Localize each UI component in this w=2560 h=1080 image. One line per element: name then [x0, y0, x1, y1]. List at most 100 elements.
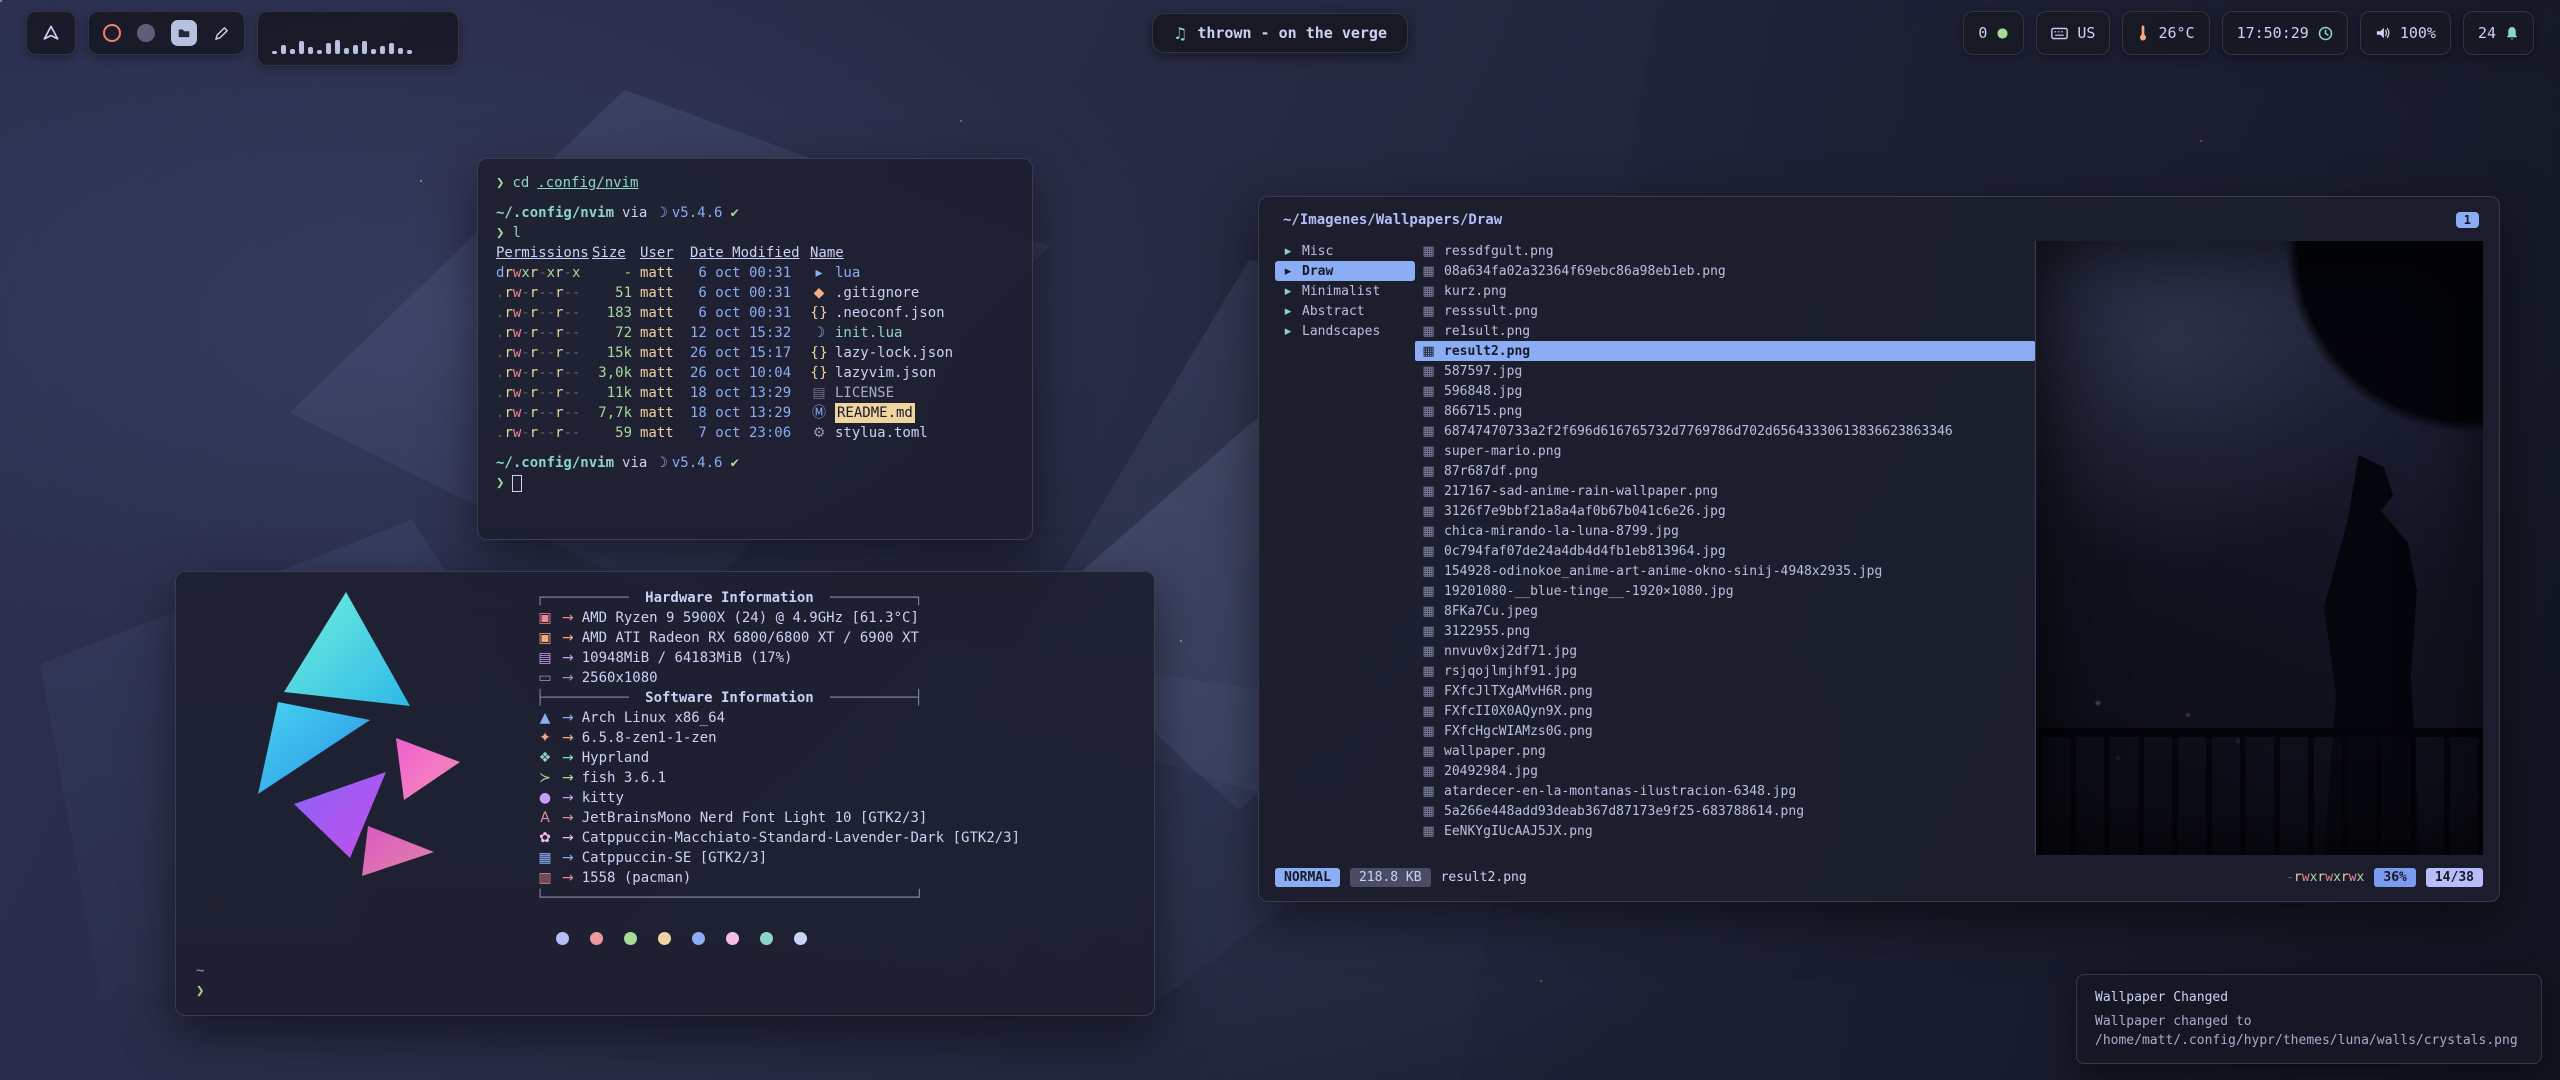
- updates-module[interactable]: 0: [1963, 11, 2024, 55]
- file-list-item[interactable]: ▦resssult.png: [1415, 301, 2035, 321]
- terminal-window[interactable]: ❯cd.config/nvim ~/.config/nvimvia☽v5.4.6…: [477, 158, 1033, 540]
- visualizer-bar: [317, 50, 322, 54]
- file-list-item[interactable]: ▦FXfcJlTXgAMvH6R.png: [1415, 681, 2035, 701]
- file-type-icon: ▤: [810, 383, 828, 403]
- lua-icon: ☽: [655, 453, 668, 473]
- cpu-icon: ▣: [536, 608, 554, 628]
- sidebar-folder-landscapes[interactable]: ▸Landscapes: [1275, 321, 1415, 341]
- file-list-item[interactable]: ▦866715.png: [1415, 401, 2035, 421]
- sidebar-folder-minimalist[interactable]: ▸Minimalist: [1275, 281, 1415, 301]
- shell-prompt-line[interactable]: ❯: [496, 473, 1014, 493]
- system-info-panel: ┌────────── Hardware Information ───────…: [536, 588, 1020, 908]
- launcher-arrow-icon: [41, 23, 61, 43]
- workspace-messenger-icon[interactable]: [137, 24, 155, 42]
- starship-path-line: ~/.config/nvimvia☽v5.4.6✔: [496, 203, 1014, 223]
- launcher-button[interactable]: [26, 11, 76, 55]
- image-file-icon: ▦: [1421, 504, 1436, 519]
- file-list-item[interactable]: ▦chica-mirando-la-luna-8799.jpg: [1415, 521, 2035, 541]
- sidebar-folder-abstract[interactable]: ▸Abstract: [1275, 301, 1415, 321]
- file-list-item[interactable]: ▦EeNKYgIUcAAJ5JX.png: [1415, 821, 2035, 841]
- palette-dot: [658, 932, 671, 945]
- visualizer-bar: [407, 50, 412, 54]
- image-file-icon: ▦: [1421, 544, 1436, 559]
- fastfetch-window[interactable]: ┌────────── Hardware Information ───────…: [175, 571, 1155, 1016]
- image-file-icon: ▦: [1421, 604, 1436, 619]
- listing-row: .rw-r--r--3,0kmatt26 oct 10:04{}lazyvim.…: [496, 363, 1014, 383]
- shell-command-line: ❯l: [496, 223, 1014, 243]
- volume-module[interactable]: 100%: [2360, 11, 2451, 55]
- palette-dot: [794, 932, 807, 945]
- visualizer-bar: [308, 47, 313, 54]
- keyboard-layout-module[interactable]: US: [2036, 11, 2110, 55]
- tab-badge[interactable]: 1: [2456, 212, 2479, 228]
- shell-prompt[interactable]: ~ ❯: [196, 961, 204, 1001]
- workspace-switcher: [88, 11, 245, 55]
- file-list-item[interactable]: ▦ressdfgult.png: [1415, 241, 2035, 261]
- notification-toast[interactable]: Wallpaper Changed Wallpaper changed to /…: [2076, 974, 2542, 1064]
- file-list-item[interactable]: ▦rsjqojlmjhf91.jpg: [1415, 661, 2035, 681]
- file-list-item[interactable]: ▦8FKa7Cu.jpeg: [1415, 601, 2035, 621]
- font-icon: A: [536, 808, 554, 828]
- notifications-module[interactable]: 24: [2463, 11, 2534, 55]
- file-list-item[interactable]: ▦20492984.jpg: [1415, 761, 2035, 781]
- volume-label: 100%: [2400, 24, 2436, 42]
- notification-body: Wallpaper changed to /home/matt/.config/…: [2095, 1012, 2523, 1050]
- file-type-icon: {}: [810, 303, 828, 323]
- file-list-item[interactable]: ▦87r687df.png: [1415, 461, 2035, 481]
- workspace-pen-icon[interactable]: [213, 25, 230, 42]
- image-file-icon: ▦: [1421, 464, 1436, 479]
- file-list-item[interactable]: ▦3122955.png: [1415, 621, 2035, 641]
- file-list-item[interactable]: ▦68747470733a2f2f696d616765732d7769786d7…: [1415, 421, 2035, 441]
- sidebar-folder-draw[interactable]: ▸Draw: [1275, 261, 1415, 281]
- file-list-item[interactable]: ▦FXfcII0X0AQyn9X.png: [1415, 701, 2035, 721]
- preview-vignette: [2036, 241, 2483, 855]
- file-list-item[interactable]: ▦596848.jpg: [1415, 381, 2035, 401]
- folder-icon: ▸: [1281, 264, 1295, 279]
- file-list-item[interactable]: ▦result2.png: [1415, 341, 2035, 361]
- kernel-icon: ✦: [536, 728, 554, 748]
- filesize-badge: 218.8 KB: [1350, 868, 1431, 887]
- file-list-item[interactable]: ▦kurz.png: [1415, 281, 2035, 301]
- sidebar-folder-misc[interactable]: ▸Misc: [1275, 241, 1415, 261]
- image-file-icon: ▦: [1421, 624, 1436, 639]
- file-list-item[interactable]: ▦atardecer-en-la-montanas-ilustracion-63…: [1415, 781, 2035, 801]
- file-list-item[interactable]: ▦0c794faf07de24a4db4d4fb1eb813964.jpg: [1415, 541, 2035, 561]
- visualizer-bar: [353, 45, 358, 54]
- bottom-rule: └───────────────────────────────────────…: [536, 888, 1020, 908]
- workspace-files-active[interactable]: [171, 20, 197, 46]
- scroll-percent-badge: 36%: [2374, 868, 2415, 887]
- file-list-item[interactable]: ▦217167-sad-anime-rain-wallpaper.png: [1415, 481, 2035, 501]
- fetch-row-cpu: ▣→AMD Ryzen 9 5900X (24) @ 4.9GHz [61.3°…: [536, 608, 1020, 628]
- file-list-item[interactable]: ▦wallpaper.png: [1415, 741, 2035, 761]
- section-rule: ├────────── Software Information ───────…: [536, 688, 1020, 708]
- file-list-item[interactable]: ▦FXfcHgcWIAMzs0G.png: [1415, 721, 2035, 741]
- listing-row: .rw-r--r--72matt12 oct 15:32☽init.lua: [496, 323, 1014, 343]
- file-list-item[interactable]: ▦super-mario.png: [1415, 441, 2035, 461]
- palette-dot: [760, 932, 773, 945]
- temperature-module[interactable]: 26°C: [2122, 11, 2209, 55]
- file-list-item[interactable]: ▦154928-odinokoe_anime-art-anime-okno-si…: [1415, 561, 2035, 581]
- media-player-pill[interactable]: ♫ thrown - on the verge: [1152, 13, 1408, 53]
- check-icon: ✔: [730, 453, 738, 473]
- folder-icon: ▸: [1281, 324, 1295, 339]
- display-icon: ▭: [536, 668, 554, 688]
- image-file-icon: ▦: [1421, 704, 1436, 719]
- file-list-item[interactable]: ▦nnvuv0xj2df71.jpg: [1415, 641, 2035, 661]
- file-list-item[interactable]: ▦5a266e448add93deab367d87173e9f25-683788…: [1415, 801, 2035, 821]
- listing-header: PermissionsSizeUserDate ModifiedName: [496, 243, 1014, 263]
- clock-icon: [2318, 26, 2333, 41]
- file-list-item[interactable]: ▦08a634fa02a32364f69ebc86a98eb1eb.png: [1415, 261, 2035, 281]
- workspace-browser-icon[interactable]: [103, 24, 121, 42]
- file-list-item[interactable]: ▦587597.jpg: [1415, 361, 2035, 381]
- file-list-item[interactable]: ▦3126f7e9bbf21a8a4af0b67b041c6e26.jpg: [1415, 501, 2035, 521]
- image-file-icon: ▦: [1421, 324, 1436, 339]
- file-manager-window[interactable]: ~/Imagenes/Wallpapers/Draw 1 ▸Misc▸Draw▸…: [1258, 196, 2500, 902]
- now-playing-title: thrown - on the verge: [1197, 24, 1387, 42]
- command: cd: [512, 173, 529, 193]
- visualizer-bar: [272, 51, 277, 54]
- clock-module[interactable]: 17:50:29: [2222, 11, 2348, 55]
- list-position-badge: 14/38: [2426, 868, 2483, 887]
- visualizer-bar: [290, 49, 295, 54]
- file-list-item[interactable]: ▦re1sult.png: [1415, 321, 2035, 341]
- file-list-item[interactable]: ▦19201080-__blue-tinge__-1920×1080.jpg: [1415, 581, 2035, 601]
